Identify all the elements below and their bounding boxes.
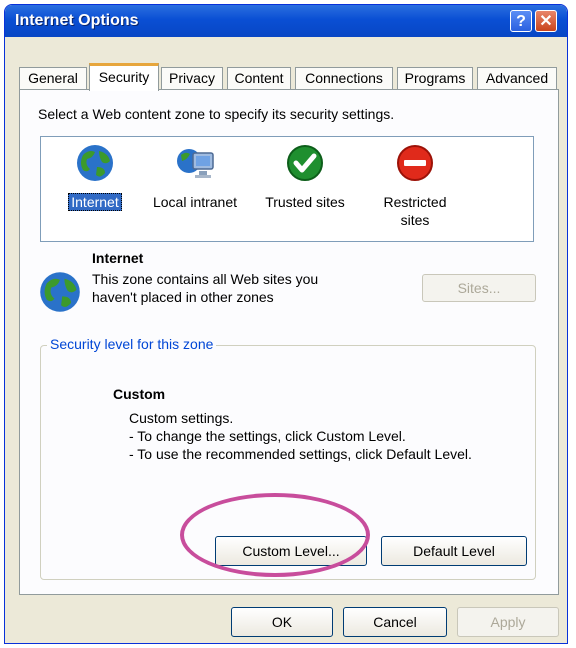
default-level-button[interactable]: Default Level [381,536,527,566]
zone-restricted-sites-label: Restricted sites [383,194,447,228]
selected-zone-description-line1: This zone contains all Web sites you [92,271,319,287]
level-description-line1: Custom settings. [129,410,234,426]
ok-button[interactable]: OK [231,607,333,637]
tab-security[interactable]: Security [89,63,159,91]
annotation-highlight-oval [180,493,370,577]
tab-privacy[interactable]: Privacy [161,67,223,89]
selected-zone-description-line2: haven't placed in other zones [92,289,274,305]
tab-general[interactable]: General [19,67,87,89]
zone-internet-label: Internet [45,193,145,211]
selected-zone-name: Internet [92,250,144,266]
selected-zone-globe-icon [40,272,80,312]
help-button[interactable]: ? [510,10,532,32]
window-title: Internet Options [15,12,139,29]
green-checkmark-icon [287,145,323,181]
apply-button[interactable]: Apply [457,607,559,637]
zone-list: Internet Local intranet Trusted sites Re… [40,136,534,242]
tab-connections[interactable]: Connections [295,67,393,89]
red-no-entry-icon [397,145,433,181]
zone-trusted-sites-label: Trusted sites [265,194,345,210]
security-level-name: Custom [113,386,166,402]
cancel-button[interactable]: Cancel [343,607,447,637]
tab-content[interactable]: Content [227,67,291,89]
level-description-line3: - To use the recommended settings, click… [129,446,472,462]
sites-button[interactable]: Sites... [422,274,536,302]
title-bar[interactable]: Internet Options ? ✕ [5,5,567,37]
security-level-legend: Security level for this zone [47,336,217,352]
zone-instruction: Select a Web content zone to specify its… [38,106,395,122]
network-computer-icon [177,149,214,178]
tab-programs[interactable]: Programs [397,67,473,89]
zone-local-intranet-label: Local intranet [152,194,238,210]
close-button[interactable]: ✕ [535,10,557,32]
level-description-line2: - To change the settings, click Custom L… [129,428,406,444]
tab-advanced[interactable]: Advanced [477,67,557,89]
globe-icon [77,145,113,181]
